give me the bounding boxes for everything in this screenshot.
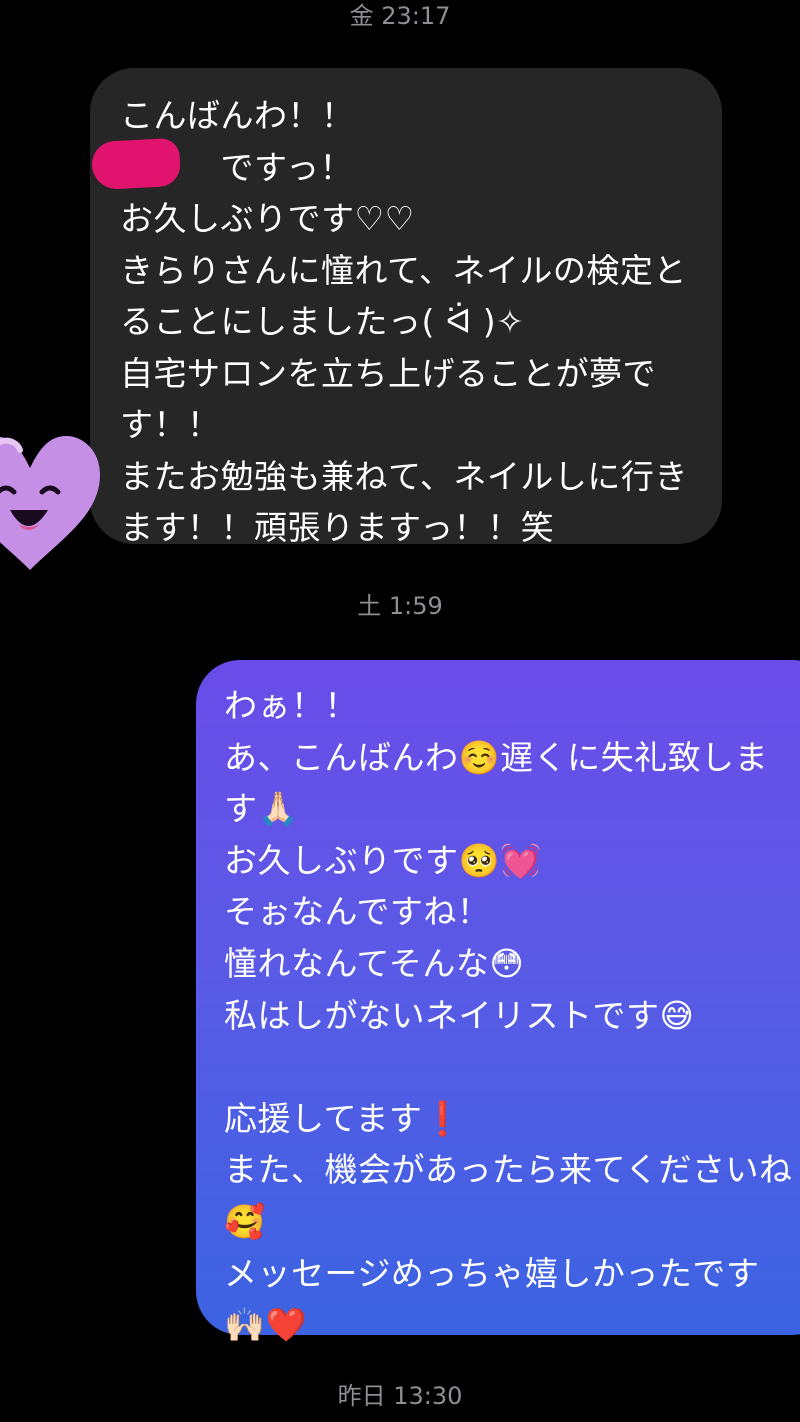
- message-line: メッセージめっちゃ嬉しかったです: [224, 1253, 760, 1293]
- message-line: そぉなんですね！: [224, 892, 491, 932]
- timestamp-friday: 金 23:17: [349, 2, 451, 30]
- message-line: 自宅サロンを立ち上げることが夢で: [120, 353, 656, 393]
- message-line: ですっ！: [120, 147, 354, 187]
- outgoing-message-bubble[interactable]: わぁ！！ あ、こんばんわ☺️遅くに失礼致しま す🙏🏻 お久しぶりです🥺💓 そぉな…: [196, 660, 800, 1344]
- timestamp-saturday: 土 1:59: [357, 592, 443, 620]
- message-line: 私はしがないネイリストです😅: [224, 995, 695, 1035]
- chat-screen: 金 23:17 こんばんわ！！ ですっ！ お久しぶりです♡♡ きらりさんに憧れて…: [0, 0, 800, 1422]
- message-line: きらりさんに憧れて、ネイルの検定と: [120, 250, 687, 290]
- message-line: ることにしましたっ( ᐛ )✧: [120, 302, 525, 341]
- message-line: す！！: [120, 405, 221, 444]
- message-line: 🥰: [224, 1201, 266, 1241]
- message-line: またお勉強も兼ねて、ネイルしに行き: [120, 456, 688, 496]
- message-line: 憧れなんてそんな😳: [224, 943, 525, 983]
- message-line: こんばんわ！！: [120, 96, 355, 135]
- message-line: 🙌🏻❤️: [224, 1305, 308, 1345]
- message-line: また、機会があったら来てくださいね: [224, 1150, 793, 1190]
- message-line: お久しぶりです♡♡: [120, 199, 415, 238]
- heart-face-sticker-icon[interactable]: [0, 420, 100, 580]
- timestamp-yesterday: 昨日 13:30: [337, 1382, 463, 1410]
- message-line: ます！！頑張りますっ！！笑: [120, 508, 555, 547]
- message-line: す🙏🏻: [224, 789, 300, 829]
- redaction-mark: [90, 137, 182, 191]
- message-line: わぁ！！: [224, 686, 358, 725]
- message-line: あ、こんばんわ☺️遅くに失礼致しま: [224, 737, 769, 777]
- incoming-message-bubble[interactable]: こんばんわ！！ ですっ！ お久しぶりです♡♡ きらりさんに憧れて、ネイルの検定と…: [90, 68, 722, 547]
- message-line: お久しぶりです🥺💓: [224, 840, 542, 880]
- message-line: 応援してます❗️: [224, 1098, 464, 1138]
